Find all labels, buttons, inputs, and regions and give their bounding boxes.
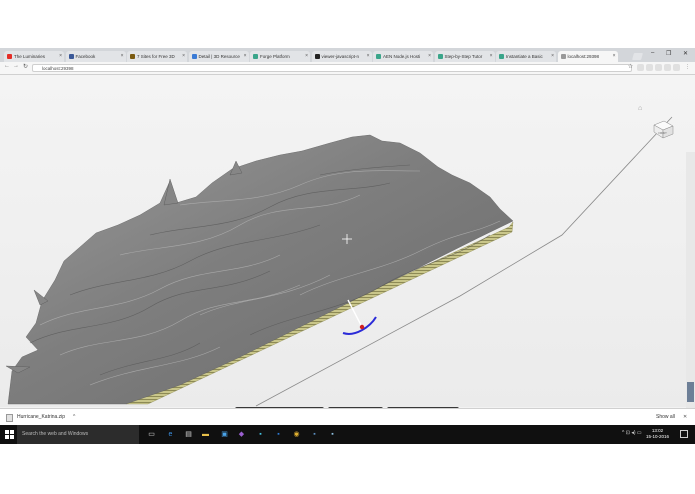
vertical-scrollbar[interactable] <box>686 152 695 434</box>
orbit-arc-indicator <box>342 316 377 335</box>
globe-icon <box>191 54 197 59</box>
file-explorer-icon[interactable]: ▬ <box>201 430 210 439</box>
tab-close-icon[interactable]: × <box>121 51 124 62</box>
tab-label: viewer-javascript-n <box>321 54 360 59</box>
downloads-shelf: Hurricane_Katrina.zip ^ Show all ✕ <box>0 408 695 425</box>
taskbar-search-box[interactable]: Search the web and Windows <box>17 425 139 444</box>
tab-close-icon[interactable]: × <box>367 51 370 62</box>
terrain-mesh <box>7 134 514 405</box>
tab-label: Forge Platform <box>260 54 290 59</box>
search-placeholder: Search the web and Windows <box>22 431 89 437</box>
browser-tab[interactable]: The Luminaries × <box>4 51 64 62</box>
forge-icon <box>376 54 381 59</box>
tab-label: Instantiate a Basic <box>506 54 543 59</box>
forge-icon <box>253 54 258 59</box>
forge-icon <box>499 54 504 59</box>
outlook-icon[interactable]: ▪ <box>274 430 283 439</box>
view-cube[interactable]: FRONT <box>651 117 675 139</box>
extension-icon[interactable] <box>655 64 662 71</box>
chevron-up-icon[interactable]: ^ <box>73 412 75 422</box>
star-icon[interactable]: ☆ <box>627 64 634 71</box>
extension-icon[interactable] <box>646 64 653 71</box>
browser-tab[interactable]: AEN Node.js Hosti × <box>373 51 433 62</box>
tab-close-icon[interactable]: × <box>182 51 185 62</box>
minimize-button[interactable]: – <box>651 50 654 56</box>
browser-tab[interactable]: Step-by-Step Tutor × <box>434 51 495 62</box>
desktop-screen: – ❐ ✕ ← → ↻ localhost:29398 ☆ ⋮ ⌂ FRONT … <box>0 48 695 444</box>
app-icon[interactable]: ▪ <box>256 430 265 439</box>
download-item[interactable]: Hurricane_Katrina.zip <box>17 412 65 422</box>
page-icon <box>130 54 135 59</box>
tab-label: 7 Sites for Free 3D <box>137 54 175 59</box>
visual-studio-icon[interactable]: ◆ <box>237 430 246 439</box>
tab-label: AEN Node.js Hosti <box>383 54 421 59</box>
task-view-icon[interactable]: ▭ <box>147 430 156 439</box>
chrome-icon[interactable]: ◉ <box>292 430 301 439</box>
windows-taskbar: Search the web and Windows ▭ e ▤ ▬ ▣ ◆ ▪ ▪ ◉ ▪ ▪ ^… <box>0 425 695 444</box>
forge-icon <box>437 54 443 59</box>
app-icon-3[interactable]: ▪ <box>328 430 337 439</box>
tab-close-icon[interactable]: × <box>59 51 62 62</box>
reload-button[interactable]: ↻ <box>23 63 28 70</box>
tab-label: Step-by-Step Tutor <box>444 54 483 59</box>
pivot-point <box>359 324 365 330</box>
store-icon[interactable]: ▤ <box>184 430 193 439</box>
browser-tab[interactable]: 7 Sites for Free 3D × <box>127 51 187 62</box>
browser-tab[interactable]: Detail | 3D Resource × <box>188 51 249 62</box>
system-tray[interactable]: ^ ⊡ ◂) ▭ <box>622 430 642 436</box>
home-icon[interactable]: ⌂ <box>638 105 642 112</box>
new-tab-button[interactable] <box>632 53 643 60</box>
terrain-scene[interactable] <box>0 75 695 407</box>
store-bag-icon[interactable]: ▣ <box>220 430 229 439</box>
address-input[interactable]: localhost:29398 <box>32 64 632 72</box>
file-icon <box>6 414 13 422</box>
show-all-button[interactable]: Show all <box>656 412 675 422</box>
browser-tab[interactable]: Instantiate a Basic × <box>496 51 556 62</box>
tab-close-icon[interactable]: × <box>551 51 554 62</box>
app-icon-2[interactable]: ▪ <box>310 430 319 439</box>
maximize-button[interactable]: ❐ <box>666 50 671 57</box>
tab-close-icon[interactable]: × <box>244 51 247 62</box>
taskbar-clock[interactable]: 13:02 15-10-2016 <box>646 428 669 440</box>
tab-label: localhost:29398 <box>567 54 600 59</box>
page-icon <box>560 54 566 59</box>
url-text: localhost:29398 <box>42 66 74 71</box>
tab-close-icon[interactable]: × <box>428 51 431 62</box>
forward-button[interactable]: → <box>13 63 19 69</box>
youtube-icon <box>7 54 12 59</box>
close-icon[interactable]: ✕ <box>683 412 687 422</box>
browser-tab[interactable]: viewer-javascript-n × <box>311 51 372 62</box>
tab-close-icon[interactable]: × <box>613 51 616 62</box>
tab-close-icon[interactable]: × <box>305 51 308 62</box>
notifications-icon[interactable] <box>680 430 688 438</box>
viewcube-label: FRONT <box>659 132 668 135</box>
edge-icon[interactable]: e <box>166 430 175 439</box>
browser-tab[interactable]: Forge Platform × <box>250 51 310 62</box>
extension-icon[interactable] <box>673 64 680 71</box>
extension-icon[interactable] <box>664 64 671 71</box>
browser-tab[interactable]: Facebook × <box>65 51 126 62</box>
github-icon <box>314 54 320 59</box>
browser-tab[interactable]: localhost:29398 × <box>557 51 618 62</box>
tab-close-icon[interactable]: × <box>490 51 493 62</box>
tab-label: The Luminaries <box>14 54 46 59</box>
menu-icon[interactable]: ⋮ <box>684 64 691 71</box>
back-button[interactable]: ← <box>4 63 10 69</box>
windows-start-icon[interactable] <box>5 430 14 439</box>
tab-label: Facebook <box>75 54 96 59</box>
tab-label: Detail | 3D Resource <box>198 54 240 59</box>
scrollbar-thumb[interactable] <box>687 382 694 402</box>
extension-icon[interactable] <box>637 64 644 71</box>
clock-date: 15-10-2016 <box>646 434 670 439</box>
close-window-button[interactable]: ✕ <box>683 50 688 57</box>
address-bar-row: ← → ↻ localhost:29398 ☆ ⋮ <box>0 62 695 75</box>
facebook-icon <box>68 54 74 59</box>
forge-viewer-canvas[interactable]: ⌂ FRONT ✥✋↕♙■ ⤡▭◈ ⋔▤⚙⤢ <box>0 75 695 435</box>
